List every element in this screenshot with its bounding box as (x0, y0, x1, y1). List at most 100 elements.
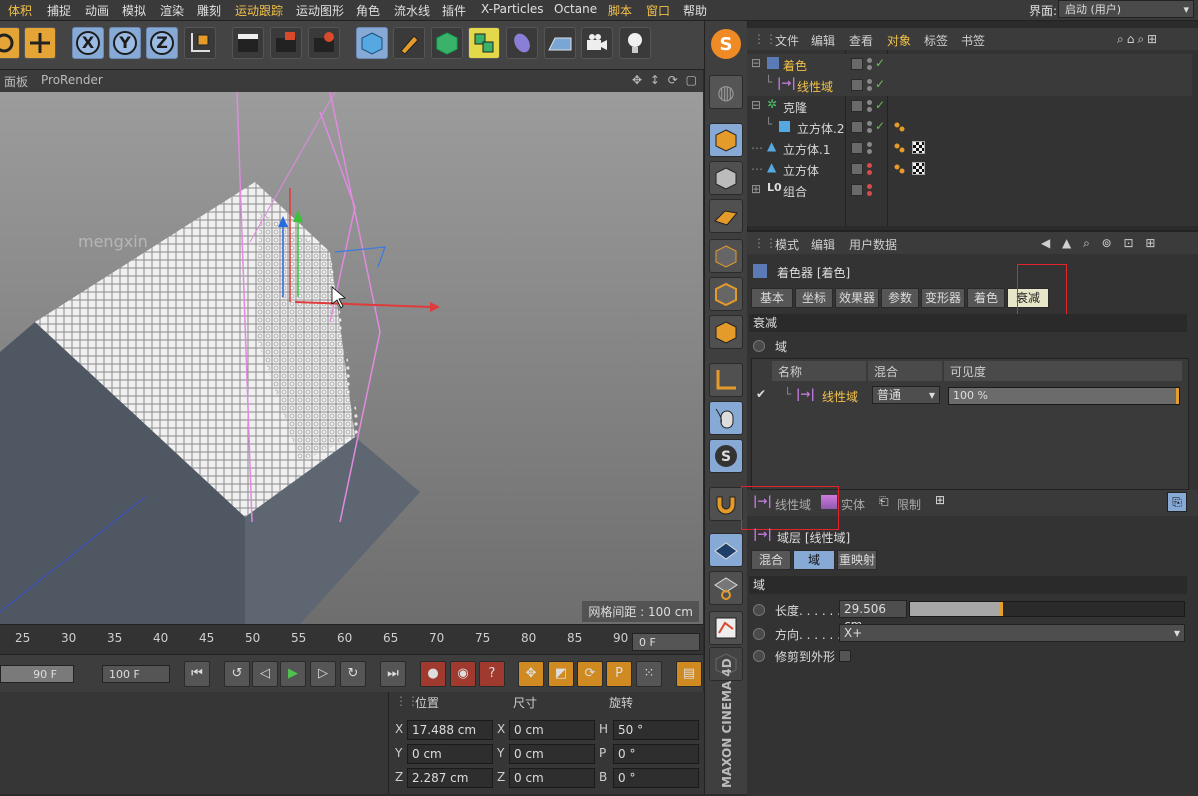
field-enabled-check-icon[interactable]: ✔ (756, 387, 766, 401)
tab-effector[interactable]: 效果器 (835, 288, 879, 308)
go-to-end-button[interactable]: ⏭ (380, 661, 406, 687)
tab-parameter[interactable]: 参数 (881, 288, 919, 308)
viewport-tab-prorender[interactable]: ProRender (41, 73, 103, 87)
key-rotation-button[interactable]: ⟳ (577, 661, 603, 687)
size-y-field[interactable]: 0 cm (509, 744, 595, 764)
z-axis-button[interactable]: Z (146, 27, 178, 59)
attr-menu-mode[interactable]: 模式 (775, 236, 799, 253)
loop-forward-button[interactable]: ↻ (340, 661, 366, 687)
visibility-knob[interactable] (1176, 388, 1179, 404)
object-row[interactable]: ⊟ ✲ 克隆 ✓ (747, 96, 1192, 117)
enabled-check-icon[interactable]: ✓ (875, 77, 885, 91)
tab-deformer[interactable]: 变形器 (921, 288, 965, 308)
subtab-field[interactable]: 域 (793, 550, 835, 570)
key-pla-button[interactable]: ⁙ (636, 661, 662, 687)
menu-character[interactable]: 角色 (356, 2, 380, 19)
rotation-p-field[interactable]: 0 ° (613, 744, 699, 764)
layer-toggle[interactable] (851, 184, 863, 196)
visibility-dot[interactable] (867, 79, 872, 84)
auto-keyframe-button[interactable]: ◉ (450, 661, 476, 687)
object-row[interactable]: ⊟ 着色 ✓ (747, 54, 1192, 75)
visibility-dot[interactable] (867, 163, 872, 168)
attr-menu-userdata[interactable]: 用户数据 (849, 236, 897, 253)
enabled-check-icon[interactable]: ✓ (875, 56, 885, 70)
enabled-check-icon[interactable]: ✓ (875, 98, 885, 112)
visibility-dot[interactable] (867, 58, 872, 63)
model-mode-button[interactable] (709, 123, 743, 157)
deformer-button[interactable] (506, 27, 538, 59)
render-dot[interactable] (867, 65, 872, 70)
camera-button[interactable] (581, 27, 613, 59)
menu-pipeline[interactable]: 流水线 (394, 2, 430, 19)
workplane-align-button[interactable] (709, 571, 743, 605)
sculpt-button[interactable]: ◍ (709, 75, 743, 109)
col-header-name[interactable]: 名称 (778, 363, 802, 380)
viewport-nav-icons[interactable]: ✥ ↕ ⟳ ▢ (632, 73, 699, 87)
menu-animate[interactable]: 动画 (85, 2, 109, 19)
material-tag-icon[interactable] (912, 162, 925, 175)
timeline-window-button[interactable]: ▤ (676, 661, 702, 687)
script-manager-button[interactable]: S (709, 27, 743, 61)
texture-mode-button[interactable] (709, 161, 743, 195)
object-name[interactable]: 克隆 (783, 99, 807, 116)
obj-menu-view[interactable]: 查看 (849, 32, 873, 49)
menu-snap[interactable]: 捕捉 (47, 2, 71, 19)
phong-tag-icon[interactable] (893, 163, 905, 175)
obj-menu-file[interactable]: 文件 (775, 32, 799, 49)
subtab-remap[interactable]: 重映射 (837, 550, 877, 570)
blend-mode-select[interactable]: 普通 ▾ (872, 386, 940, 404)
key-parameter-button[interactable]: P (606, 661, 632, 687)
menu-script[interactable]: 脚本 (608, 2, 632, 19)
field-list[interactable]: 名称 混合 可见度 ✔ └ |→| 线性域 普通 ▾ 100 % (751, 358, 1189, 490)
add-solid-field-button[interactable]: 实体 (841, 496, 865, 513)
obj-menu-tags[interactable]: 标签 (924, 32, 948, 49)
obj-menu-bookmarks[interactable]: 书签 (961, 32, 985, 49)
cube-object-button[interactable] (356, 27, 388, 59)
pen-tool-button[interactable] (393, 27, 425, 59)
layer-toggle[interactable] (851, 58, 863, 70)
object-row[interactable]: ⊞ L0 组合 (747, 180, 1192, 201)
menu-simulate[interactable]: 模拟 (122, 2, 146, 19)
render-dot[interactable] (867, 107, 872, 112)
object-row[interactable]: … ▲ 立方体 (747, 159, 1192, 180)
collapse-icon[interactable]: ⊟ (751, 56, 761, 70)
expand-icon[interactable]: ⊞ (751, 182, 761, 196)
menu-xparticles[interactable]: X-Particles (481, 2, 544, 16)
menu-window[interactable]: 窗口 (646, 2, 670, 19)
obj-menu-objects[interactable]: 对象 (887, 32, 911, 49)
uv-button[interactable] (709, 611, 743, 645)
layer-toggle[interactable] (851, 100, 863, 112)
prev-frame-button[interactable]: ◁ (252, 661, 278, 687)
move-tool-button[interactable] (24, 27, 56, 59)
direction-radio[interactable] (753, 628, 765, 640)
length-slider[interactable] (909, 601, 1185, 617)
attr-menu-edit[interactable]: 编辑 (811, 236, 835, 253)
menu-octane[interactable]: Octane (554, 2, 597, 16)
go-to-start-button[interactable]: ⏮ (184, 661, 210, 687)
3d-viewport[interactable]: mengxin 网格间距 : 100 cm (0, 92, 703, 624)
object-row[interactable]: └ |→| 线性域 ✓ (747, 75, 1192, 96)
coordinate-system-button[interactable] (184, 27, 216, 59)
undo-button[interactable] (0, 27, 20, 59)
y-axis-button[interactable]: Y (109, 27, 141, 59)
render-dot[interactable] (867, 128, 872, 133)
object-name[interactable]: 着色 (783, 57, 807, 74)
material-tag-icon[interactable] (912, 141, 925, 154)
visibility-dot[interactable] (867, 121, 872, 126)
length-knob[interactable] (1000, 602, 1003, 616)
tab-shading[interactable]: 着色 (967, 288, 1005, 308)
menu-sculpt[interactable]: 雕刻 (197, 2, 221, 19)
add-limit-button[interactable]: 限制 (897, 496, 921, 513)
cloner-button[interactable] (468, 27, 500, 59)
size-x-field[interactable]: 0 cm (509, 720, 595, 740)
subtab-blend[interactable]: 混合 (751, 550, 791, 570)
render-to-picture-viewer-button[interactable] (270, 27, 302, 59)
visibility-dot[interactable] (867, 100, 872, 105)
loop-back-button[interactable]: ↺ (224, 661, 250, 687)
object-name[interactable]: 立方体 (783, 162, 819, 179)
rotation-h-field[interactable]: 50 ° (613, 720, 699, 740)
visibility-dot[interactable] (867, 142, 872, 147)
tweak-mode-button[interactable] (709, 401, 743, 435)
col-header-blend[interactable]: 混合 (874, 363, 898, 380)
rotation-b-field[interactable]: 0 ° (613, 768, 699, 788)
